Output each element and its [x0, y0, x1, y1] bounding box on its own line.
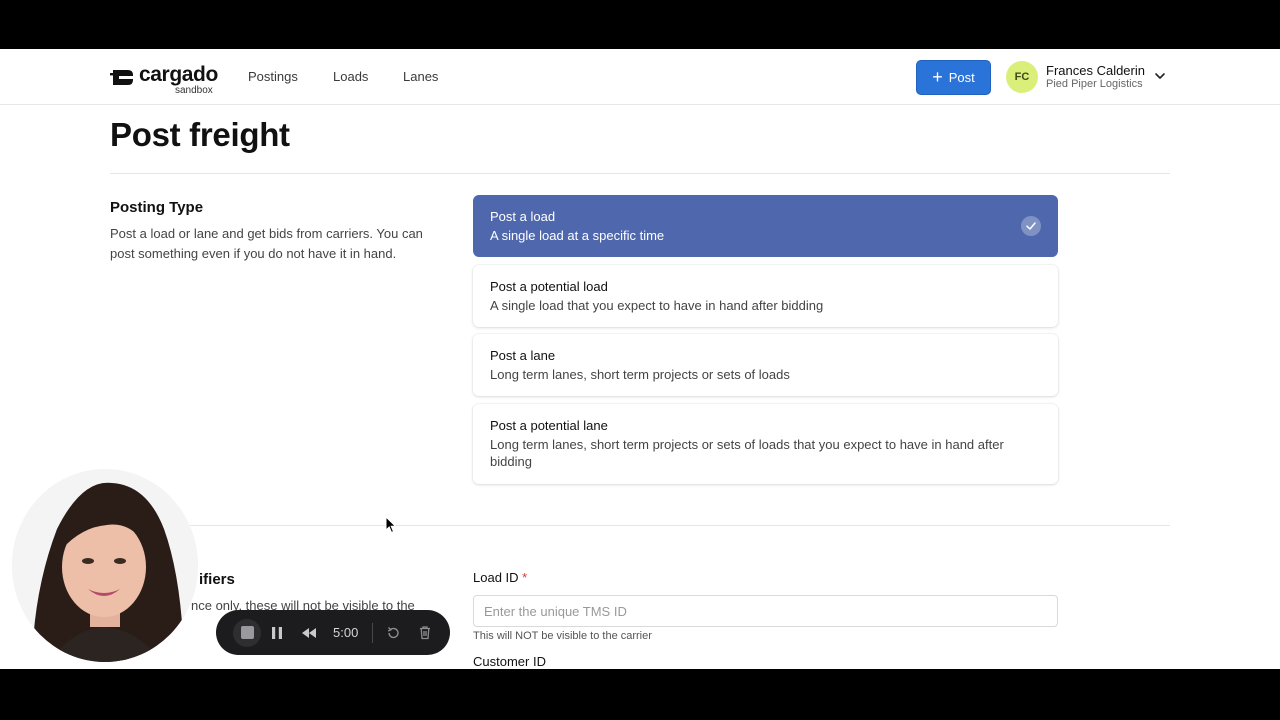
- user-avatar[interactable]: FC: [1006, 61, 1038, 93]
- load-id-input[interactable]: [473, 595, 1058, 627]
- screen-recorder-toolbar: 5:00: [216, 610, 450, 655]
- option-description: Long term lanes, short term projects or …: [490, 437, 1004, 469]
- stop-recording-button[interactable]: [233, 618, 261, 647]
- nav-postings[interactable]: Postings: [248, 69, 298, 84]
- user-name[interactable]: Frances Calderin: [1046, 63, 1145, 78]
- toolbar-separator: [372, 622, 374, 643]
- plus-icon: +: [932, 66, 943, 87]
- delete-recording-button[interactable]: [413, 621, 437, 645]
- option-post-lane[interactable]: Post a lane Long term lanes, short term …: [473, 334, 1058, 396]
- nav-loads[interactable]: Loads: [333, 69, 368, 84]
- page-title: Post freight: [110, 116, 290, 153]
- option-title: Post a load: [490, 209, 556, 224]
- load-id-help-text: This will NOT be visible to the carrier: [473, 630, 652, 642]
- screen-letterbox-top: [0, 0, 1280, 49]
- pause-button[interactable]: [265, 621, 289, 645]
- section-divider: [110, 173, 1170, 174]
- customer-id-label: Customer ID: [473, 654, 546, 669]
- option-description: A single load that you expect to have in…: [490, 298, 824, 313]
- rewind-icon: [302, 627, 316, 638]
- new-post-button-label: Post: [948, 70, 975, 85]
- posting-type-description: Post a load or lane and get bids from ca…: [110, 226, 423, 261]
- trash-icon: [420, 626, 431, 640]
- new-post-button[interactable]: + Post: [916, 60, 991, 95]
- top-navbar: cargado sandbox Postings Loads Lanes + P…: [0, 49, 1280, 105]
- restart-button[interactable]: [381, 621, 405, 645]
- option-post-potential-lane[interactable]: Post a potential lane Long term lanes, s…: [473, 404, 1058, 484]
- section-divider: [110, 525, 1170, 526]
- cargado-logo-icon: [110, 70, 133, 85]
- chevron-down-icon[interactable]: [1153, 69, 1167, 83]
- posting-type-heading: Posting Type: [110, 199, 204, 216]
- rewind-button[interactable]: [297, 621, 321, 645]
- checkmark-icon: [1021, 216, 1041, 236]
- option-description: A single load at a specific time: [490, 228, 665, 243]
- environment-label: sandbox: [175, 85, 213, 96]
- option-title: Post a lane: [490, 348, 556, 363]
- logo-text: cargado: [139, 63, 218, 86]
- option-title: Post a potential load: [490, 279, 608, 294]
- stop-icon: [240, 626, 254, 639]
- screen-letterbox-bottom: [0, 669, 1280, 720]
- nav-lanes[interactable]: Lanes: [403, 69, 438, 84]
- cargado-logo[interactable]: cargado sandbox: [110, 63, 228, 98]
- option-post-potential-load[interactable]: Post a potential load A single load that…: [473, 265, 1058, 327]
- presenter-video: [12, 469, 198, 662]
- mouse-cursor-icon: [385, 516, 397, 534]
- load-id-label: Load ID *: [473, 570, 528, 585]
- user-organization: Pied Piper Logistics: [1046, 78, 1143, 90]
- required-marker: *: [522, 570, 528, 585]
- option-post-load[interactable]: Post a load A single load at a specific …: [473, 195, 1058, 257]
- pause-icon: [272, 626, 282, 639]
- recording-timer: 5:00: [333, 625, 359, 640]
- restart-icon: [388, 626, 400, 638]
- webcam-bubble[interactable]: [12, 469, 198, 662]
- option-description: Long term lanes, short term projects or …: [490, 367, 790, 382]
- identifiers-heading: ifiers: [199, 571, 235, 588]
- option-title: Post a potential lane: [490, 418, 608, 433]
